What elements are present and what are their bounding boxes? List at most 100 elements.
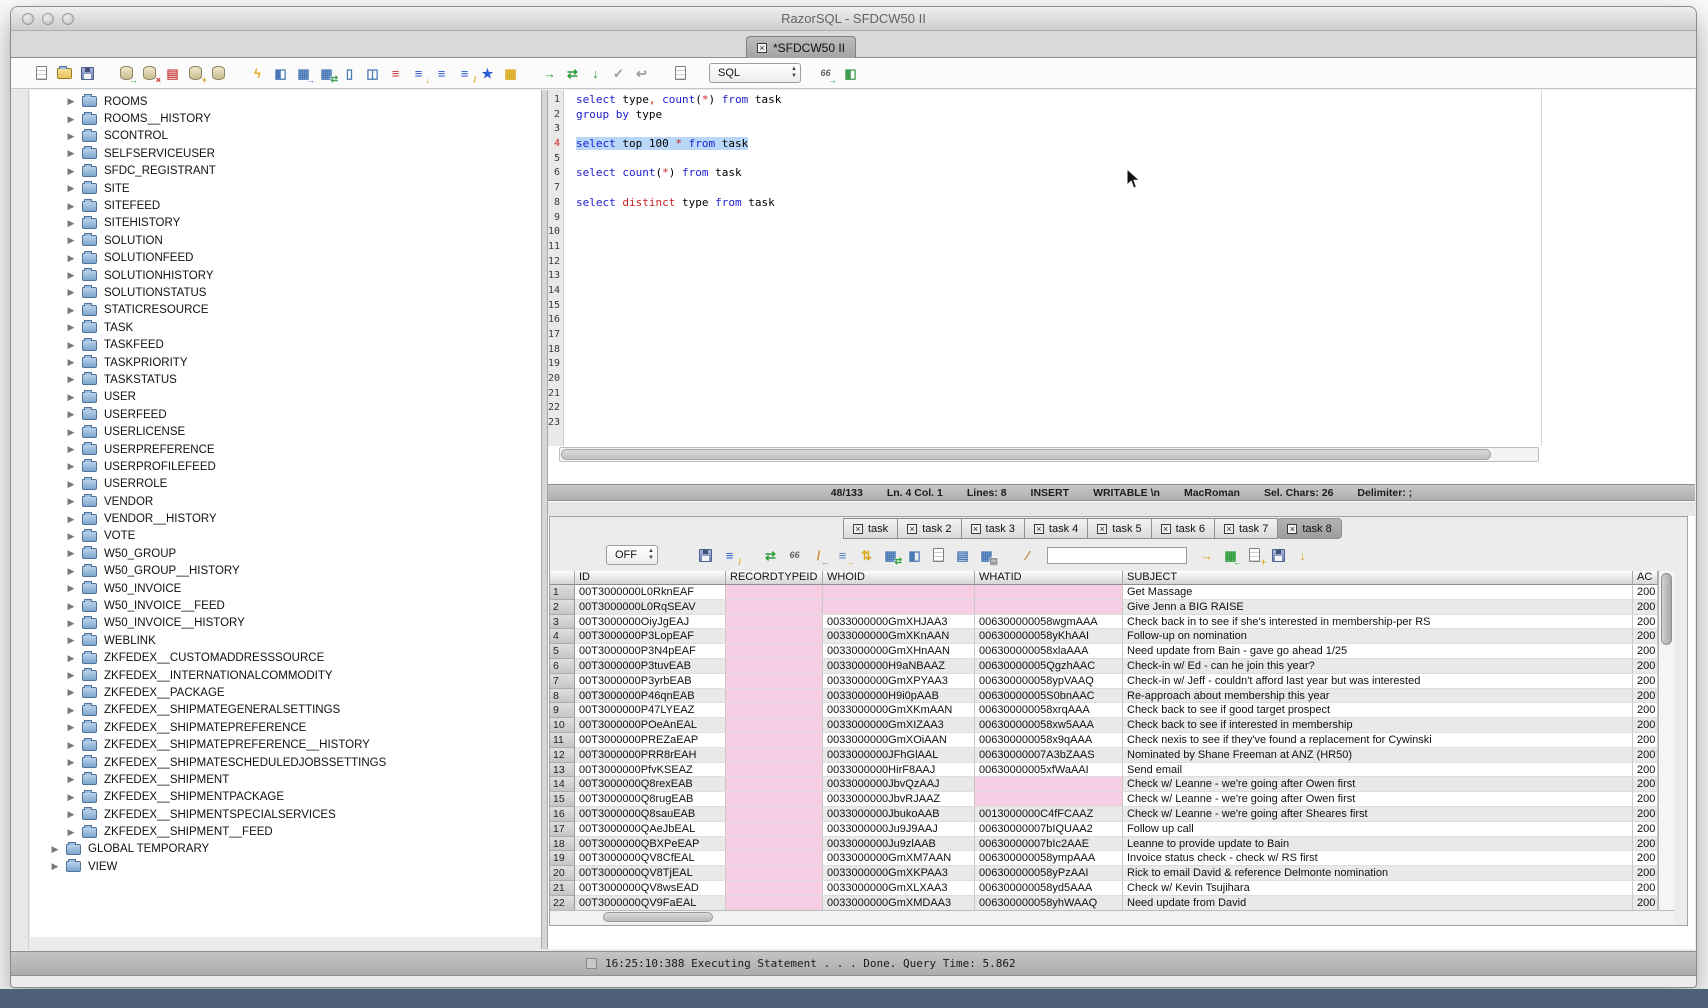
connect-db-icon[interactable]: →: [116, 63, 137, 83]
tree-item-selfserviceuser[interactable]: ▶SELFSERVICEUSER: [30, 145, 541, 162]
tree-item-zkfedex__package[interactable]: ▶ZKFEDEX__PACKAGE: [30, 684, 541, 701]
disclosure-triangle-icon[interactable]: ▶: [66, 270, 76, 281]
download-icon[interactable]: ↓: [1292, 545, 1313, 565]
disclosure-triangle-icon[interactable]: ▶: [66, 740, 76, 751]
disclosure-triangle-icon[interactable]: ▶: [66, 722, 76, 733]
table-row[interactable]: 1100T3000000PREZaEAP0033000000GmXOiAAN00…: [550, 733, 1674, 748]
close-result-tab-icon[interactable]: ×: [1034, 524, 1044, 534]
tree-item-zkfedex__customaddresssource[interactable]: ▶ZKFEDEX__CUSTOMADDRESSSOURCE: [30, 650, 541, 667]
tree-item-userrole[interactable]: ▶USERROLE: [30, 476, 541, 493]
table-row[interactable]: 2100T3000000QV8wsEAD0033000000GmXLXAA300…: [550, 881, 1674, 896]
disclosure-triangle-icon[interactable]: ▶: [66, 653, 76, 664]
close-result-tab-icon[interactable]: ×: [1224, 524, 1234, 534]
table-gold-icon[interactable]: ▦: [500, 63, 521, 83]
tree-item-zkfedex__shipment[interactable]: ▶ZKFEDEX__SHIPMENT: [30, 771, 541, 788]
disclosure-triangle-icon[interactable]: ▶: [66, 201, 76, 212]
disclosure-triangle-icon[interactable]: ▶: [66, 444, 76, 455]
close-tab-icon[interactable]: ×: [757, 43, 767, 53]
disclosure-triangle-icon[interactable]: ▶: [66, 548, 76, 559]
tree-item-w50_group[interactable]: ▶W50_GROUP: [30, 545, 541, 562]
close-result-tab-icon[interactable]: ×: [853, 524, 863, 534]
grid-vscroll-thumb[interactable]: [1661, 573, 1672, 645]
tree-item-zkfedex__internationalcommodity[interactable]: ▶ZKFEDEX__INTERNATIONALCOMMODITY: [30, 667, 541, 684]
tree-item-global temporary[interactable]: ▶GLOBAL TEMPORARY: [30, 841, 541, 858]
sql-code-area[interactable]: select type, count(*) from taskgroup by …: [564, 90, 1541, 446]
disclosure-triangle-icon[interactable]: ▶: [66, 461, 76, 472]
format-list-icon[interactable]: ≡: [431, 63, 452, 83]
view-66-icon[interactable]: 66: [784, 545, 805, 565]
disclosure-triangle-icon[interactable]: ▶: [66, 392, 76, 403]
new-db-icon[interactable]: +: [185, 63, 206, 83]
result-tab-task-8[interactable]: ×task 8: [1277, 518, 1341, 539]
disclosure-triangle-icon[interactable]: ▶: [66, 601, 76, 612]
filter-icon[interactable]: ≡/: [719, 545, 740, 565]
disclosure-triangle-icon[interactable]: ▶: [66, 253, 76, 264]
commit-icon[interactable]: ✓: [608, 63, 629, 83]
disclosure-triangle-icon[interactable]: ▶: [66, 114, 76, 125]
result-tab-task-4[interactable]: ×task 4: [1024, 518, 1088, 539]
results-search-input[interactable]: [1047, 547, 1187, 564]
table-refresh-icon[interactable]: ▦⇄: [880, 545, 901, 565]
disclosure-triangle-icon[interactable]: ▶: [66, 357, 76, 368]
tree-item-solutionfeed[interactable]: ▶SOLUTIONFEED: [30, 250, 541, 267]
save-results-icon[interactable]: [695, 545, 716, 565]
preview-66-icon[interactable]: 66→: [815, 63, 836, 83]
disclosure-triangle-icon[interactable]: ▶: [66, 670, 76, 681]
disclosure-triangle-icon[interactable]: ▶: [66, 183, 76, 194]
column-header-whoid[interactable]: WHOID: [823, 571, 975, 585]
table-row[interactable]: 900T3000000P47LYEAZ0033000000GmXKmAAN006…: [550, 703, 1674, 718]
disclosure-triangle-icon[interactable]: ▶: [50, 861, 60, 872]
tree-item-solutionstatus[interactable]: ▶SOLUTIONSTATUS: [30, 284, 541, 301]
close-result-tab-icon[interactable]: ×: [1161, 524, 1171, 534]
refresh-results-icon[interactable]: ⇄: [760, 545, 781, 565]
new-doc-icon[interactable]: [928, 545, 949, 565]
save-icon[interactable]: [77, 63, 98, 83]
table-row[interactable]: 1800T3000000QBXPeEAP0033000000Ju9zlAAB00…: [550, 837, 1674, 852]
tree-item-solutionhistory[interactable]: ▶SOLUTIONHISTORY: [30, 267, 541, 284]
result-tab-task-3[interactable]: ×task 3: [961, 518, 1025, 539]
disclosure-triangle-icon[interactable]: ▶: [66, 148, 76, 159]
tree-item-zkfedex__shipmatepreference__history[interactable]: ▶ZKFEDEX__SHIPMATEPREFERENCE__HISTORY: [30, 736, 541, 753]
column-header-id[interactable]: ID: [575, 571, 726, 585]
table-import-icon[interactable]: ▦←: [1220, 545, 1241, 565]
disclosure-triangle-icon[interactable]: ▶: [66, 635, 76, 646]
title-bar[interactable]: RazorSQL - SFDCW50 II: [11, 7, 1696, 31]
result-tab-task-7[interactable]: ×task 7: [1214, 518, 1278, 539]
list-icon[interactable]: ≡: [385, 63, 406, 83]
execute-lightning-icon[interactable]: ϟ: [247, 63, 268, 83]
disclosure-triangle-icon[interactable]: ▶: [66, 218, 76, 229]
tree-item-userlicense[interactable]: ▶USERLICENSE: [30, 423, 541, 440]
primary-key-icon[interactable]: ∕: [1017, 545, 1038, 565]
tree-item-view[interactable]: ▶VIEW: [30, 858, 541, 875]
disclosure-triangle-icon[interactable]: ▶: [66, 792, 76, 803]
table-row[interactable]: 1900T3000000QV8CfEAL0033000000GmXM7AAN00…: [550, 851, 1674, 866]
sql-doc-icon[interactable]: ▯: [339, 63, 360, 83]
tree-item-taskfeed[interactable]: ▶TASKFEED: [30, 336, 541, 353]
tree-item-task[interactable]: ▶TASK: [30, 319, 541, 336]
close-result-tab-icon[interactable]: ×: [971, 524, 981, 534]
result-tab-task-5[interactable]: ×task 5: [1087, 518, 1151, 539]
tree-item-zkfedex__shipmategeneralsettings[interactable]: ▶ZKFEDEX__SHIPMATEGENERALSETTINGS: [30, 702, 541, 719]
tree-item-zkfedex__shipmatescheduledjobssettings[interactable]: ▶ZKFEDEX__SHIPMATESCHEDULEDJOBSSETTINGS: [30, 754, 541, 771]
disclosure-triangle-icon[interactable]: ▶: [66, 96, 76, 107]
tree-item-w50_invoice__feed[interactable]: ▶W50_INVOICE__FEED: [30, 597, 541, 614]
tree-item-vote[interactable]: ▶VOTE: [30, 528, 541, 545]
disclosure-triangle-icon[interactable]: ▶: [66, 496, 76, 507]
table-row[interactable]: 200T3000000L0RqSEAVGive Jenn a BIG RAISE…: [550, 600, 1674, 615]
disclosure-triangle-icon[interactable]: ▶: [66, 809, 76, 820]
open-file-icon[interactable]: [54, 63, 75, 83]
edit-cell-icon[interactable]: /←: [808, 545, 829, 565]
tree-item-w50_invoice[interactable]: ▶W50_INVOICE: [30, 580, 541, 597]
disclosure-triangle-icon[interactable]: ▶: [66, 479, 76, 490]
notes-icon[interactable]: [670, 63, 691, 83]
export-table-icon[interactable]: ▦→: [293, 63, 314, 83]
panel-splitter[interactable]: [541, 90, 548, 949]
grid-hscroll-thumb[interactable]: [603, 912, 713, 922]
tree-item-zkfedex__shipmentpackage[interactable]: ▶ZKFEDEX__SHIPMENTPACKAGE: [30, 789, 541, 806]
disclosure-triangle-icon[interactable]: ▶: [66, 618, 76, 629]
favorites-icon[interactable]: ★: [477, 63, 498, 83]
insert-row-icon[interactable]: ≡→: [832, 545, 853, 565]
tree-item-vendor__history[interactable]: ▶VENDOR__HISTORY: [30, 510, 541, 527]
tree-item-zkfedex__shipmatepreference[interactable]: ▶ZKFEDEX__SHIPMATEPREFERENCE: [30, 719, 541, 736]
table-row[interactable]: 100T3000000L0RknEAFGet Massage200: [550, 585, 1674, 600]
